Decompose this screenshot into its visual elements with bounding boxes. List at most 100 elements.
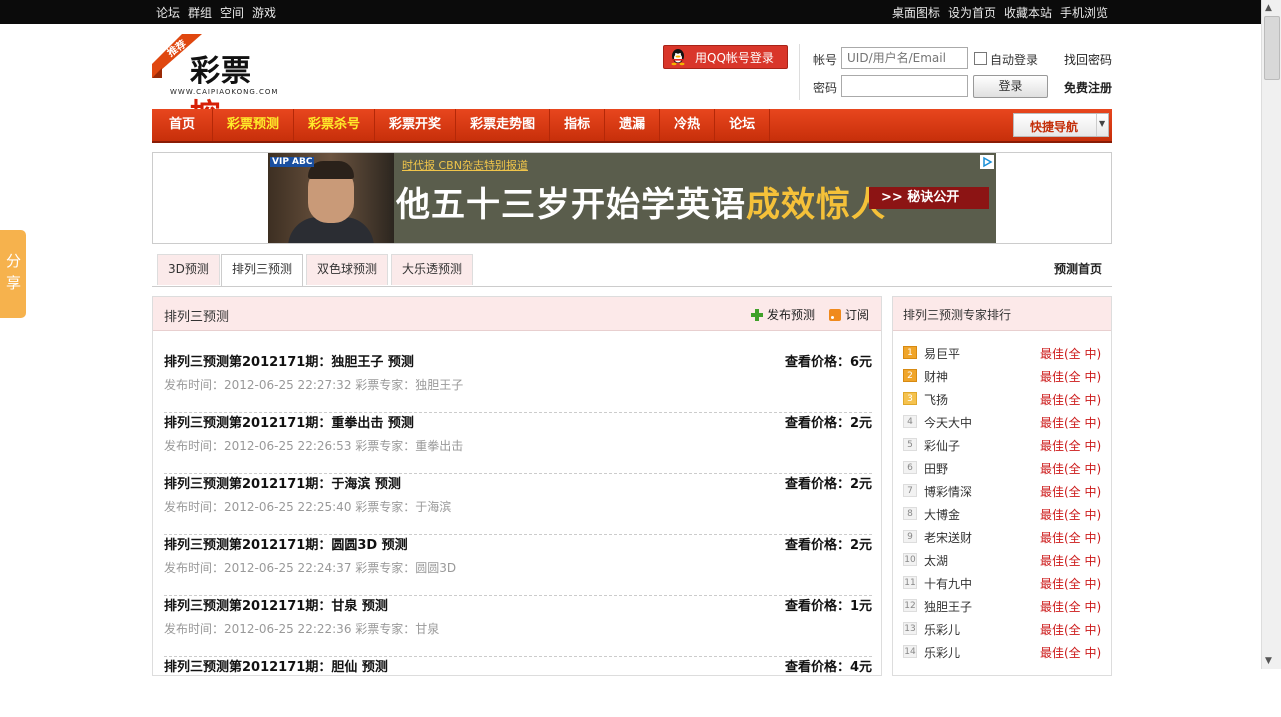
nav-item-home[interactable]: 首页 <box>152 109 214 141</box>
find-password-link[interactable]: 找回密码 <box>1064 51 1112 68</box>
top-link-mobile[interactable]: 手机浏览 <box>1060 4 1108 21</box>
nav-item-lottery-forecast[interactable]: 彩票预测 <box>213 109 295 141</box>
share-tab[interactable]: 分享 <box>0 230 26 318</box>
chevron-down-icon: ▼ <box>1099 119 1106 128</box>
rss-icon <box>829 308 841 321</box>
login-divider <box>799 44 800 100</box>
forecast-title[interactable]: 排列三预测第2012171期：甘泉 预测 <box>164 595 388 614</box>
rank-number: 5 <box>903 438 917 451</box>
nav-item-forum[interactable]: 论坛 <box>715 109 771 141</box>
top-links-right: 桌面图标 设为首页 收藏本站 手机浏览 <box>892 4 1108 21</box>
nav-item-draw-results[interactable]: 彩票开奖 <box>375 109 457 141</box>
tab-3d-forecast[interactable]: 3D预测 <box>157 254 220 285</box>
plus-icon <box>751 308 763 321</box>
ad-cta-button[interactable]: >> 秘诀公开 <box>869 187 989 209</box>
expert-name[interactable]: 太湖 <box>924 552 948 569</box>
ranking-item: 2 财神 最佳(全 中) <box>903 366 1103 386</box>
expert-name[interactable]: 飞扬 <box>924 391 948 408</box>
ad-banner[interactable]: VIP ABC 时代报 CBN杂志特别报道 他五十三岁开始学英语成效惊人 >> … <box>268 153 996 243</box>
top-link-space[interactable]: 空间 <box>220 4 244 21</box>
top-link-bookmark[interactable]: 收藏本站 <box>1004 4 1052 21</box>
rank-number: 4 <box>903 415 917 428</box>
publish-forecast-label: 发布预测 <box>767 308 816 322</box>
main-nav: 首页 彩票预测 彩票杀号 彩票开奖 彩票走势图 指标 遗漏 冷热 论坛 <box>152 109 1112 143</box>
ranking-item: 13 乐彩儿 最佳(全 中) <box>903 619 1103 639</box>
ranking-item: 7 博彩情深 最佳(全 中) <box>903 481 1103 501</box>
expert-name[interactable]: 彩仙子 <box>924 437 960 454</box>
ranking-item: 12 独胆王子 最佳(全 中) <box>903 596 1103 616</box>
expert-best-record: 最佳(全 中) <box>1040 462 1102 476</box>
expert-best-record: 最佳(全 中) <box>1040 531 1102 545</box>
forecast-price: 查看价格：2元 <box>784 416 872 431</box>
forecast-meta: 发布时间：2012-06-25 22:26:53 彩票专家：重拳出击 <box>164 439 464 453</box>
expert-best-record: 最佳(全 中) <box>1040 416 1102 430</box>
scroll-down-icon[interactable]: ▼ <box>1265 656 1272 666</box>
top-link-forum[interactable]: 论坛 <box>156 4 180 21</box>
ad-subtitle[interactable]: 时代报 CBN杂志特别报道 <box>402 157 528 173</box>
forecast-home-link[interactable]: 预测首页 <box>1054 260 1102 277</box>
ranking-item: 3 飞扬 最佳(全 中) <box>903 389 1103 409</box>
expert-ranking-panel: 排列三预测专家排行 1 易巨平 最佳(全 中) 2 财神 最佳(全 中) 3 飞扬 最佳(全… <box>892 296 1112 676</box>
list-item: 排列三预测第2012171期：胆仙 预测 查看价格：4元 <box>164 656 872 717</box>
quick-nav-dropdown[interactable]: 快捷导航 ▼ <box>1013 113 1109 137</box>
expert-name[interactable]: 老宋送财 <box>924 529 972 546</box>
top-link-groups[interactable]: 群组 <box>188 4 212 21</box>
nav-item-hot-cold[interactable]: 冷热 <box>660 109 716 141</box>
expert-name[interactable]: 财神 <box>924 368 948 385</box>
register-link[interactable]: 免费注册 <box>1064 79 1112 96</box>
scroll-thumb[interactable] <box>1264 16 1280 80</box>
expert-name[interactable]: 独胆王子 <box>924 598 972 615</box>
top-link-desktop-icon[interactable]: 桌面图标 <box>892 4 940 21</box>
expert-best-record: 最佳(全 中) <box>1040 577 1102 591</box>
share-label: 分享 <box>6 252 22 292</box>
tab-dlt-forecast[interactable]: 大乐透预测 <box>391 254 474 285</box>
forecast-title[interactable]: 排列三预测第2012171期：重拳出击 预测 <box>164 412 414 431</box>
tab-pl3-forecast[interactable]: 排列三预测 <box>221 254 304 286</box>
qq-login-button[interactable]: 用QQ帐号登录 <box>663 45 788 69</box>
login-button[interactable]: 登录 <box>973 75 1048 98</box>
auto-login-checkbox[interactable] <box>974 52 987 65</box>
site-logo[interactable]: 推荐 彩票控 WWW.CAIPIAOKONG.COM <box>152 34 280 133</box>
tab-ssq-forecast[interactable]: 双色球预测 <box>306 254 389 285</box>
logo-site-url: WWW.CAIPIAOKONG.COM <box>170 88 279 96</box>
forecast-meta: 发布时间：2012-06-25 22:22:36 彩票专家：甘泉 <box>164 622 440 636</box>
publish-forecast-button[interactable]: 发布预测 <box>751 306 815 323</box>
expert-best-record: 最佳(全 中) <box>1040 485 1102 499</box>
forecast-title[interactable]: 排列三预测第2012171期：胆仙 预测 <box>164 656 388 675</box>
expert-name[interactable]: 博彩情深 <box>924 483 972 500</box>
expert-name[interactable]: 易巨平 <box>924 345 960 362</box>
nav-item-indicators[interactable]: 指标 <box>550 109 606 141</box>
rank-number: 9 <box>903 530 917 543</box>
auto-login-label[interactable]: 自动登录 <box>990 51 1038 68</box>
subscribe-button[interactable]: 订阅 <box>829 306 869 323</box>
forecast-title[interactable]: 排列三预测第2012171期：圆圆3D 预测 <box>164 534 408 553</box>
account-input[interactable] <box>841 47 968 69</box>
rank-number: 6 <box>903 461 917 474</box>
rank-number: 3 <box>903 392 917 405</box>
adchoices-icon[interactable] <box>980 155 994 169</box>
top-link-games[interactable]: 游戏 <box>252 4 276 21</box>
forecast-panel: 排列三预测 发布预测 订阅 排列三预测第2012171期：独胆王子 预测 查看价… <box>152 296 882 676</box>
expert-name[interactable]: 大博金 <box>924 506 960 523</box>
list-item: 排列三预测第2012171期：甘泉 预测 查看价格：1元 发布时间：2012-0… <box>164 595 872 657</box>
top-bar: 论坛 群组 空间 游戏 桌面图标 设为首页 收藏本站 手机浏览 <box>0 0 1262 24</box>
password-label: 密码 <box>813 81 838 95</box>
nav-item-trend-chart[interactable]: 彩票走势图 <box>456 109 551 141</box>
expert-name[interactable]: 田野 <box>924 460 948 477</box>
top-link-set-homepage[interactable]: 设为首页 <box>948 4 996 21</box>
scroll-up-icon[interactable]: ▲ <box>1265 3 1272 13</box>
nav-item-number-kill[interactable]: 彩票杀号 <box>294 109 376 141</box>
forecast-title[interactable]: 排列三预测第2012171期：独胆王子 预测 <box>164 351 414 370</box>
password-input[interactable] <box>841 75 968 97</box>
rank-number: 7 <box>903 484 917 497</box>
page-scrollbar[interactable]: ▲ ▼ <box>1261 0 1281 669</box>
qq-penguin-icon <box>671 49 685 66</box>
list-item: 排列三预测第2012171期：独胆王子 预测 查看价格：6元 发布时间：2012… <box>164 351 872 413</box>
rank-number: 10 <box>903 553 917 566</box>
expert-name[interactable]: 乐彩儿 <box>924 621 960 638</box>
expert-name[interactable]: 十有九中 <box>924 575 972 592</box>
expert-name[interactable]: 乐彩儿 <box>924 644 960 661</box>
nav-item-omission[interactable]: 遗漏 <box>605 109 661 141</box>
expert-name[interactable]: 今天大中 <box>924 414 972 431</box>
forecast-title[interactable]: 排列三预测第2012171期：于海滨 预测 <box>164 473 401 492</box>
